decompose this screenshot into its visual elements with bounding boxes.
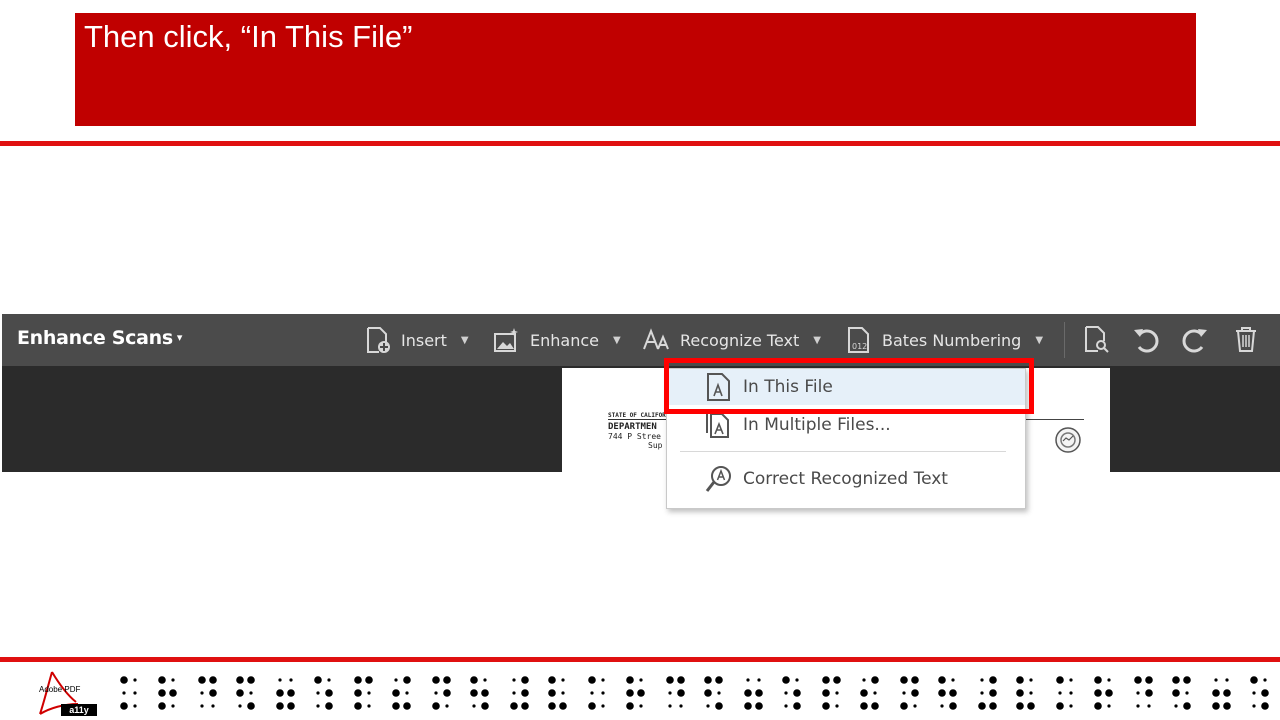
adobe-pdf-a11y-logo: Adobe PDF a11y: [36, 670, 100, 718]
redo-icon[interactable]: [1180, 324, 1210, 354]
slide-footer: Adobe PDF a11y: [0, 664, 1280, 720]
trash-icon[interactable]: [1231, 324, 1261, 354]
recognize-text-dropdown-icon[interactable]: ▼: [813, 335, 821, 346]
bates-numbering-icon: 012: [848, 327, 869, 353]
toolbar-title-caret: ▾: [176, 331, 183, 344]
toolbar-title[interactable]: Enhance Scans ▾: [17, 327, 182, 349]
letterhead-address: 744 P Stree: [608, 432, 661, 441]
toolbar-separator: [1064, 322, 1065, 358]
svg-text:012: 012: [852, 342, 867, 351]
bottom-divider: [0, 657, 1280, 662]
menu-item-label: Correct Recognized Text: [743, 469, 948, 489]
enhance-button[interactable]: Enhance ▼: [492, 314, 621, 366]
logo-text: Adobe PDF: [39, 685, 81, 694]
instruction-banner: Then click, “In This File”: [75, 13, 1196, 126]
menu-item-correct-recognized-text[interactable]: Correct Recognized Text: [667, 461, 1025, 497]
state-seal-icon: [1055, 427, 1081, 453]
menu-separator: [680, 451, 1006, 452]
document-rule: [1024, 419, 1084, 420]
letterhead-department: DEPARTMEN: [608, 422, 657, 432]
insert-page-icon: [367, 327, 390, 353]
braille-decoration: [120, 676, 1269, 710]
bates-numbering-label: Bates Numbering: [882, 330, 1022, 350]
logo-badge: a11y: [61, 704, 97, 716]
recognize-text-icon: [643, 328, 669, 350]
page-search-icon[interactable]: [1081, 324, 1111, 354]
toolbar-title-label: Enhance Scans: [17, 327, 173, 349]
menu-item-label: In Multiple Files...: [743, 415, 891, 435]
correct-text-icon: [705, 466, 731, 492]
callout-highlight-box: [664, 358, 1034, 414]
insert-dropdown-icon[interactable]: ▼: [461, 335, 469, 346]
enhance-icon: [494, 328, 518, 352]
recognize-text-label: Recognize Text: [680, 330, 800, 350]
top-divider: [0, 141, 1280, 146]
undo-icon[interactable]: [1131, 324, 1161, 354]
letterhead-state: STATE OF CALIFOR: [608, 412, 668, 420]
insert-label: Insert: [401, 330, 447, 350]
document-letterhead: STATE OF CALIFOR DEPARTMEN 744 P Stree S…: [608, 412, 668, 450]
instruction-text: Then click, “In This File”: [84, 19, 413, 54]
letterhead-sup: Sup: [648, 441, 663, 450]
enhance-dropdown-icon[interactable]: ▼: [613, 335, 621, 346]
enhance-label: Enhance: [530, 330, 599, 350]
insert-button[interactable]: Insert ▼: [363, 314, 469, 366]
enhance-scans-toolbar: Enhance Scans ▾ Insert ▼ Enhance ▼ Recogn…: [2, 314, 1280, 366]
bates-numbering-dropdown-icon[interactable]: ▼: [1035, 335, 1043, 346]
documents-text-icon: [706, 411, 729, 438]
acrobat-screenshot: Enhance Scans ▾ Insert ▼ Enhance ▼ Recogn…: [2, 314, 1280, 472]
